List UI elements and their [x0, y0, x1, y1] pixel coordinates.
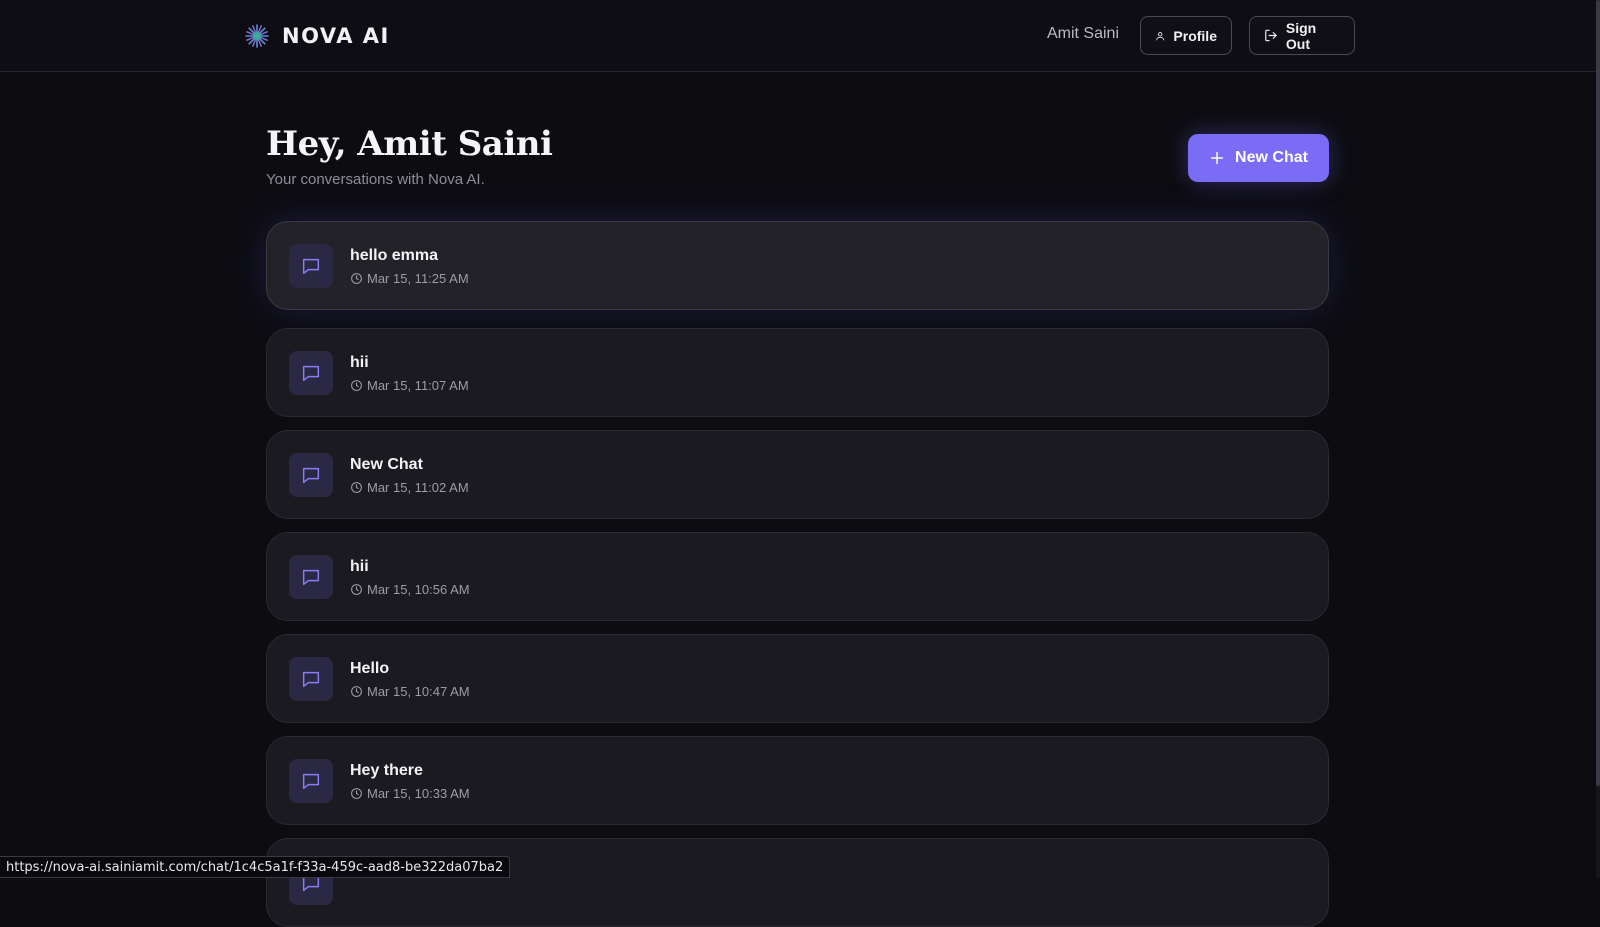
chat-timestamp-text: Mar 15, 10:47 AM: [367, 684, 470, 699]
chat-title: hii: [350, 558, 369, 575]
chat-timestamp-text: Mar 15, 10:33 AM: [367, 786, 470, 801]
top-navbar: NOVA AI Amit Saini Profile Sign Out: [0, 0, 1596, 72]
chat-timestamp: Mar 15, 11:07 AM: [350, 378, 469, 393]
user-icon: [1156, 31, 1165, 40]
clock-icon: [351, 686, 362, 697]
chat-timestamp: Mar 15, 11:02 AM: [350, 480, 469, 495]
chat-icon-box: [289, 351, 333, 395]
chat-list-item[interactable]: hii Mar 15, 10:56 AM: [266, 532, 1329, 621]
chat-icon-box: [289, 759, 333, 803]
link-status-bar: https://nova-ai.sainiamit.com/chat/1c4c5…: [0, 856, 511, 878]
chat-icon-box: [289, 555, 333, 599]
profile-button[interactable]: Profile: [1140, 16, 1232, 55]
brand[interactable]: NOVA AI: [244, 22, 390, 50]
clock-icon: [351, 788, 362, 799]
profile-label: Profile: [1173, 27, 1217, 44]
chat-list-item[interactable]: New Chat Mar 15, 11:02 AM: [266, 430, 1329, 519]
chat-title: Hey there: [350, 762, 423, 779]
chat-icon-box: [289, 453, 333, 497]
chat-bubble-icon: [302, 773, 320, 790]
chat-timestamp-text: Mar 15, 11:07 AM: [367, 378, 469, 393]
starburst-logo-icon: [245, 24, 269, 48]
chat-icon-box: [289, 657, 333, 701]
chat-title: hii: [350, 354, 369, 371]
chat-icon-box: [289, 244, 333, 288]
chat-title: New Chat: [350, 456, 423, 473]
chat-list-item[interactable]: Hello Mar 15, 10:47 AM: [266, 634, 1329, 723]
sign-out-label: Sign Out: [1285, 19, 1317, 52]
chat-timestamp: Mar 15, 10:33 AM: [350, 786, 470, 801]
plus-icon: [1210, 151, 1224, 165]
clock-icon: [351, 380, 362, 391]
clock-icon: [351, 482, 362, 493]
chat-timestamp-text: Mar 15, 11:02 AM: [367, 480, 469, 495]
chat-timestamp: Mar 15, 10:56 AM: [350, 582, 470, 597]
chat-list-item[interactable]: [266, 838, 1329, 927]
clock-icon: [351, 273, 362, 284]
chat-timestamp-text: Mar 15, 11:25 AM: [367, 271, 469, 286]
chat-title: hello emma: [350, 247, 439, 264]
clock-icon: [351, 584, 362, 595]
user-name: Amit Saini: [1046, 25, 1119, 42]
chat-timestamp-text: Mar 15, 10:56 AM: [367, 582, 470, 597]
new-chat-button[interactable]: New Chat: [1188, 134, 1329, 182]
chat-timestamp: Mar 15, 10:47 AM: [350, 684, 470, 699]
page-subtitle: Your conversations with Nova AI.: [266, 171, 485, 188]
chat-bubble-icon: [302, 671, 320, 688]
chat-list-item[interactable]: hii Mar 15, 11:07 AM: [266, 328, 1329, 417]
chat-bubble-icon: [302, 467, 320, 484]
brand-name: NOVA AI: [282, 24, 390, 48]
chat-list-item[interactable]: hello emma Mar 15, 11:25 AM: [266, 221, 1329, 310]
chat-bubble-icon: [302, 365, 320, 382]
chat-title: Hello: [350, 660, 390, 677]
chat-timestamp: Mar 15, 11:25 AM: [350, 271, 469, 286]
chat-bubble-icon: [302, 258, 320, 275]
scrollbar-track[interactable]: [1596, 0, 1600, 878]
sign-out-button[interactable]: Sign Out: [1249, 16, 1355, 55]
new-chat-label: New Chat: [1235, 149, 1308, 166]
scrollbar-thumb[interactable]: [1596, 0, 1600, 786]
chat-bubble-icon: [302, 569, 320, 586]
page-title: Hey, Amit Saini: [266, 124, 553, 164]
chat-list-item[interactable]: Hey there Mar 15, 10:33 AM: [266, 736, 1329, 825]
logout-icon: [1265, 29, 1277, 42]
